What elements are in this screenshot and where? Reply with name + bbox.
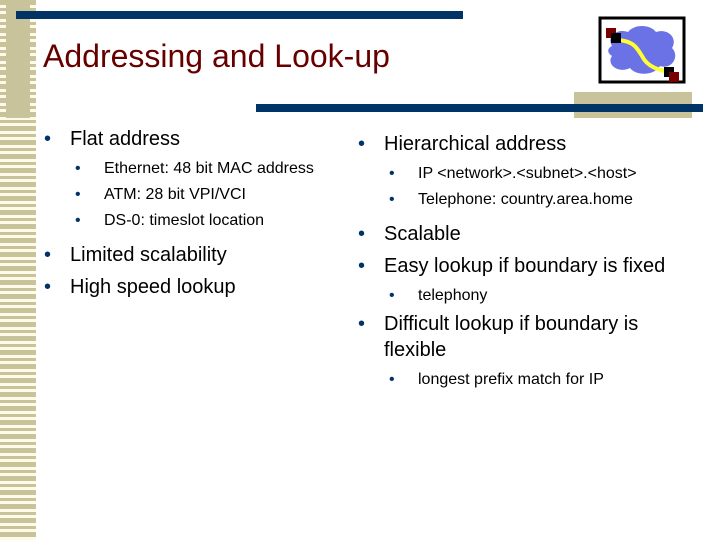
bullet-flat-address: Flat address <box>44 126 324 152</box>
sub-bullet: longest prefix match for IP <box>358 369 698 391</box>
hierarchical-address-column: Hierarchical address IP <network>.<subne… <box>358 131 698 395</box>
sub-bullet: Ethernet: 48 bit MAC address <box>44 158 324 180</box>
bullet-point: Scalable <box>358 221 698 247</box>
sub-bullet: ATM: 28 bit VPI/VCI <box>44 184 324 206</box>
sub-bullet: Telephone: country.area.home <box>358 189 698 211</box>
top-rule <box>16 11 463 19</box>
title-underline-rule <box>256 104 703 112</box>
bullet-point: Difficult lookup if boundary is flexible <box>358 311 698 363</box>
bullet-point: Easy lookup if boundary is fixed <box>358 253 698 279</box>
sub-bullet: IP <network>.<subnet>.<host> <box>358 163 698 185</box>
bullet-hierarchical-address: Hierarchical address <box>358 131 698 157</box>
slide-title: Addressing and Look-up <box>43 38 390 74</box>
sub-bullet: DS-0: timeslot location <box>44 210 324 232</box>
bullet-point: Limited scalability <box>44 242 324 268</box>
sub-bullet: telephony <box>358 285 698 307</box>
network-cloud-icon <box>598 16 686 84</box>
flat-address-column: Flat address Ethernet: 48 bit MAC addres… <box>44 126 324 306</box>
bullet-point: High speed lookup <box>44 274 324 300</box>
